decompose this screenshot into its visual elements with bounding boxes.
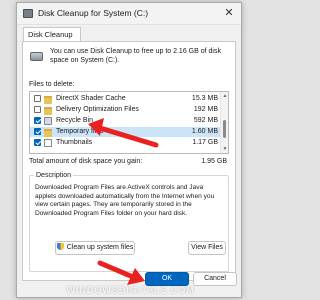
watermark: WINDOWSDIGITALS.COM (66, 285, 195, 295)
arrow-to-ok-button (97, 260, 145, 285)
annotation-arrows (88, 118, 159, 285)
arrow-to-temporary-files (88, 118, 159, 148)
